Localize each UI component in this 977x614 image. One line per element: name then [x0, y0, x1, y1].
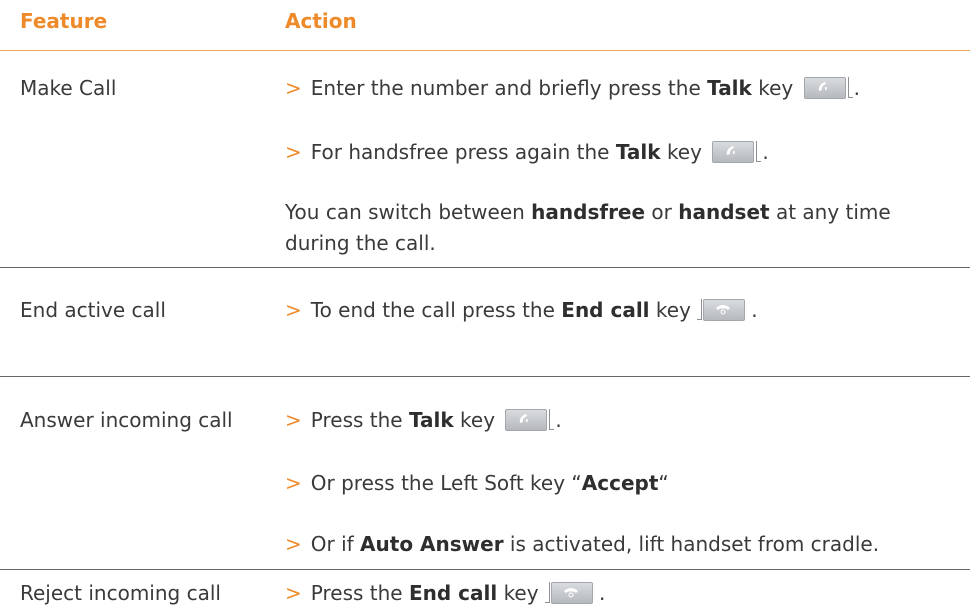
feature-answer-incoming-call: Answer incoming call	[20, 408, 233, 432]
bullet-arrow: >	[285, 76, 302, 100]
talk-key-icon	[501, 409, 555, 431]
answer-call-step-3: > Or if Auto Answer is activated, lift ha…	[285, 532, 880, 556]
talk-key-icon	[708, 141, 762, 163]
feature-table: Feature Action Make Call > Enter the numb…	[0, 0, 977, 614]
feature-end-active-call: End active call	[20, 298, 166, 322]
bullet-arrow: >	[285, 532, 302, 556]
row-divider	[0, 267, 970, 268]
table-header: Feature Action	[0, 0, 970, 51]
row-divider	[0, 376, 970, 377]
reject-call-step-1: > Press the End call key .	[285, 581, 606, 605]
feature-make-call: Make Call	[20, 76, 117, 100]
bullet-arrow: >	[285, 140, 302, 164]
feature-reject-incoming-call: Reject incoming call	[20, 581, 221, 605]
answer-call-step-1: > Press the Talk key .	[285, 408, 562, 432]
header-action: Action	[285, 9, 357, 33]
bullet-arrow: >	[285, 471, 302, 495]
answer-call-step-2: > Or press the Left Soft key “Accept“	[285, 471, 669, 495]
bullet-arrow: >	[285, 298, 302, 322]
bullet-arrow: >	[285, 581, 302, 605]
end-call-key-icon	[544, 582, 599, 604]
row-divider	[0, 569, 970, 570]
header-feature: Feature	[20, 9, 108, 33]
make-call-note: You can switch between handsfree or hand…	[285, 200, 891, 255]
make-call-step-2: > For handsfree press again the Talk key …	[285, 140, 769, 164]
end-call-step-1: > To end the call press the End call key …	[285, 298, 758, 322]
make-call-step-1: > Enter the number and briefly press the …	[285, 76, 860, 100]
talk-key-icon	[800, 77, 854, 99]
end-call-key-icon	[697, 299, 751, 321]
bullet-arrow: >	[285, 408, 302, 432]
